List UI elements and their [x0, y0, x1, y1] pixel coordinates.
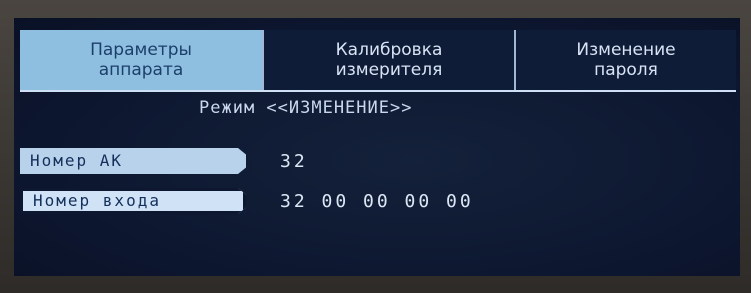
input-number-value[interactable]: 32 00 00 00 00: [280, 191, 474, 212]
tab-password-change[interactable]: Изменение пароля: [516, 30, 736, 90]
tab-bar: Параметры аппарата Калибровка измерителя…: [20, 30, 736, 92]
ak-number-value[interactable]: 32: [280, 151, 308, 172]
ak-number-label: Номер АК: [20, 148, 246, 174]
tab-device-parameters[interactable]: Параметры аппарата: [20, 30, 262, 90]
lcd-screen: Параметры аппарата Калибровка измерителя…: [14, 18, 740, 276]
field-row-input-number[interactable]: Номер входа 32 00 00 00 00: [20, 188, 474, 214]
mode-indicator: Режим <<ИЗМЕНЕНИЕ>>: [199, 98, 413, 118]
input-number-label: Номер входа: [20, 188, 246, 214]
field-row-ak-number[interactable]: Номер АК 32: [20, 148, 308, 174]
tab-meter-calibration[interactable]: Калибровка измерителя: [262, 30, 516, 90]
